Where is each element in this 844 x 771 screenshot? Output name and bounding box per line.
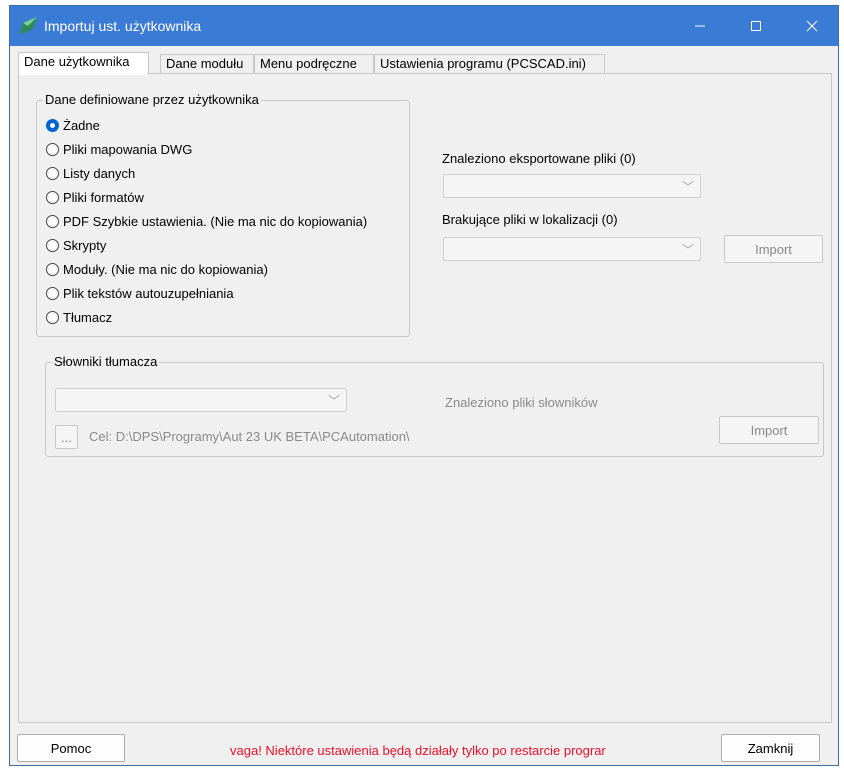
radio-label: PDF Szybkie ustawienia. (Nie ma nic do k… [63,213,368,229]
radio-icon [46,190,59,204]
radio-option-modules[interactable]: Moduły. (Nie ma nic do kopiowania) [46,259,268,279]
close-button-label: Zamknij [747,740,794,756]
close-button[interactable]: Zamknij [721,734,820,762]
exported-files-found-label: Znaleziono eksportowane pliki (0) [442,151,636,166]
chevron-down-icon: ﹀ [681,243,694,257]
import-dictionaries-button[interactable]: Import [719,416,819,444]
browse-target-button[interactable]: ... [55,425,78,449]
radio-option-none[interactable]: Żadne [46,115,100,135]
title-bar[interactable]: Importuj ust. użytkownika [10,6,838,46]
radio-option-format-files[interactable]: Pliki formatów [46,187,144,207]
import-exported-button[interactable]: Import [724,235,823,263]
chevron-down-icon: ﹀ [327,394,340,408]
close-icon [806,20,818,32]
help-button[interactable]: Pomoc [17,734,125,762]
tab-program-settings[interactable]: Ustawienia programu (PCSCAD.ini) [374,54,605,73]
minimize-icon [695,25,705,27]
radio-label: Plik tekstów autouzupełniania [63,285,234,301]
radio-icon [46,166,59,180]
tab-context-menu[interactable]: Menu podręczne [254,54,374,73]
import-user-settings-window: Importuj ust. użytkownika Dane użytkowni… [9,5,839,766]
radio-label: Pliki mapowania DWG [63,141,193,157]
exported-files-combo[interactable]: ﹀ [443,174,701,198]
dictionaries-combo[interactable]: ﹀ [55,388,347,412]
radio-option-dwg-mapping[interactable]: Pliki mapowania DWG [46,139,192,159]
tab-user-data[interactable]: Dane użytkownika [18,52,149,75]
radio-label: Żadne [63,117,100,133]
radio-option-scripts[interactable]: Skrypty [46,235,106,255]
tab-panel-user-data: Dane definiowane przez użytkownika Żadne… [18,73,832,723]
missing-files-combo[interactable]: ﹀ [443,237,701,261]
window-title: Importuj ust. użytkownika [44,18,202,34]
maximize-button[interactable] [728,6,784,46]
radio-icon [46,214,59,228]
dictionaries-found-label: Znaleziono pliki słowników [445,395,598,410]
maximize-icon [751,21,761,31]
radio-icon [46,238,59,252]
radio-label: Moduły. (Nie ma nic do kopiowania) [63,261,268,277]
user-data-group-legend: Dane definiowane przez użytkownika [43,92,261,107]
radio-checked-icon [46,118,59,132]
chevron-down-icon: ﹀ [681,180,694,194]
close-window-button[interactable] [784,6,838,46]
missing-files-label: Brakujące pliki w lokalizacji (0) [442,212,618,227]
radio-icon [46,286,59,300]
translator-dictionaries-group: Słowniki tłumacza ﹀ Znaleziono pliki sło… [45,354,824,457]
restart-warning-text: vaga! Niektóre ustawienia będą działały … [230,743,606,758]
radio-icon [46,310,59,324]
minimize-button[interactable] [672,6,728,46]
radio-label: Skrypty [63,237,107,253]
dictionaries-group-legend: Słowniki tłumacza [52,354,160,369]
user-data-group: Dane definiowane przez użytkownika Żadne… [36,92,410,337]
target-path-label: Cel: D:\DPS\Programy\Aut 23 UK BETA\PCAu… [89,429,410,444]
radio-icon [46,262,59,276]
radio-icon [46,142,59,156]
radio-label: Listy danych [63,165,136,181]
help-button-label: Pomoc [50,740,92,756]
app-logo-icon [19,17,37,35]
radio-label: Tłumacz [63,309,113,325]
radio-option-autocomplete[interactable]: Plik tekstów autouzupełniania [46,283,234,303]
radio-option-data-lists[interactable]: Listy danych [46,163,135,183]
radio-option-translator[interactable]: Tłumacz [46,307,112,327]
radio-label: Pliki formatów [63,189,144,205]
radio-option-pdf-quick-settings[interactable]: PDF Szybkie ustawienia. (Nie ma nic do k… [46,211,367,231]
tab-module-data[interactable]: Dane modułu [160,54,254,73]
